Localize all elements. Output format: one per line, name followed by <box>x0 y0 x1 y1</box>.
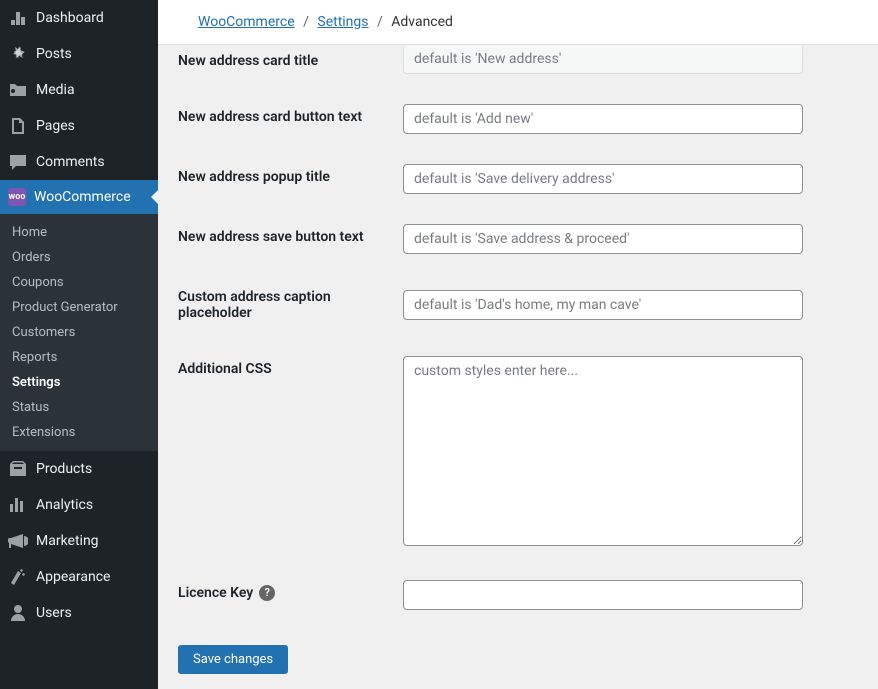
additional-css-input[interactable] <box>403 356 803 546</box>
sidebar-item-marketing[interactable]: Marketing <box>0 523 158 559</box>
submenu-item-home[interactable]: Home <box>0 220 158 245</box>
field-label: Custom address caption placeholder <box>178 269 393 341</box>
help-icon[interactable]: ? <box>259 585 275 601</box>
woocommerce-submenu: HomeOrdersCouponsProduct GeneratorCustom… <box>0 214 158 451</box>
sidebar-item-dashboard[interactable]: Dashboard <box>0 0 158 36</box>
sidebar-item-appearance[interactable]: Appearance <box>0 559 158 595</box>
field-label: Additional CSS <box>178 341 393 565</box>
new-address-card-button-text-input[interactable] <box>403 104 803 134</box>
custom-address-caption-placeholder-input[interactable] <box>403 290 803 320</box>
sidebar-item-label: Users <box>36 605 72 621</box>
sidebar-item-label: Comments <box>36 154 105 170</box>
media-icon <box>8 80 28 100</box>
pin-icon <box>8 44 28 64</box>
sidebar-item-label: Pages <box>36 118 75 134</box>
field-label: New address card button text <box>178 89 393 149</box>
admin-sidebar: Dashboard Posts Media Pages Comments woo Woo… <box>0 0 158 689</box>
breadcrumb: WooCommerce / Settings / Advanced <box>158 0 878 45</box>
sidebar-item-woocommerce[interactable]: woo WooCommerce <box>0 180 158 214</box>
pages-icon <box>8 116 28 136</box>
sidebar-item-label: Marketing <box>36 533 99 549</box>
field-label: Licence Key? <box>178 565 393 625</box>
sidebar-item-comments[interactable]: Comments <box>0 144 158 180</box>
sidebar-item-users[interactable]: Users <box>0 595 158 631</box>
submenu-item-orders[interactable]: Orders <box>0 245 158 270</box>
sidebar-item-pages[interactable]: Pages <box>0 108 158 144</box>
field-label: New address card title <box>178 45 393 89</box>
new-address-popup-title-input[interactable] <box>403 164 803 194</box>
sidebar-item-label: Posts <box>36 46 72 62</box>
settings-form: New address card titleNew address card b… <box>158 45 878 689</box>
sidebar-item-analytics[interactable]: Analytics <box>0 487 158 523</box>
submenu-item-reports[interactable]: Reports <box>0 345 158 370</box>
sidebar-item-label: Appearance <box>36 569 110 585</box>
products-icon <box>8 459 28 479</box>
submenu-item-customers[interactable]: Customers <box>0 320 158 345</box>
content-area: WooCommerce / Settings / Advanced New ad… <box>158 0 878 689</box>
submenu-item-settings[interactable]: Settings <box>0 370 158 395</box>
licence-key-input[interactable] <box>403 580 803 610</box>
submenu-item-status[interactable]: Status <box>0 395 158 420</box>
appearance-icon <box>8 567 28 587</box>
sidebar-item-label: Analytics <box>36 497 93 513</box>
sidebar-item-label: WooCommerce <box>34 189 131 205</box>
field-label: New address save button text <box>178 209 393 269</box>
new-address-save-button-text-input[interactable] <box>403 224 803 254</box>
breadcrumb-woocommerce[interactable]: WooCommerce <box>198 14 295 30</box>
woocommerce-icon: woo <box>8 188 26 206</box>
analytics-icon <box>8 495 28 515</box>
submenu-item-extensions[interactable]: Extensions <box>0 420 158 445</box>
comments-icon <box>8 152 28 172</box>
sidebar-item-label: Dashboard <box>36 10 104 26</box>
save-button[interactable]: Save changes <box>178 645 288 674</box>
breadcrumb-current: Advanced <box>391 14 453 30</box>
sidebar-item-products[interactable]: Products <box>0 451 158 487</box>
field-label: New address popup title <box>178 149 393 209</box>
users-icon <box>8 603 28 623</box>
submenu-item-coupons[interactable]: Coupons <box>0 270 158 295</box>
breadcrumb-settings[interactable]: Settings <box>317 14 368 30</box>
sidebar-item-posts[interactable]: Posts <box>0 36 158 72</box>
marketing-icon <box>8 531 28 551</box>
sidebar-item-media[interactable]: Media <box>0 72 158 108</box>
dashboard-icon <box>8 8 28 28</box>
submenu-item-product-generator[interactable]: Product Generator <box>0 295 158 320</box>
sidebar-item-label: Media <box>36 82 75 98</box>
sidebar-item-label: Products <box>36 461 92 477</box>
new-address-card-title-input[interactable] <box>403 45 803 74</box>
